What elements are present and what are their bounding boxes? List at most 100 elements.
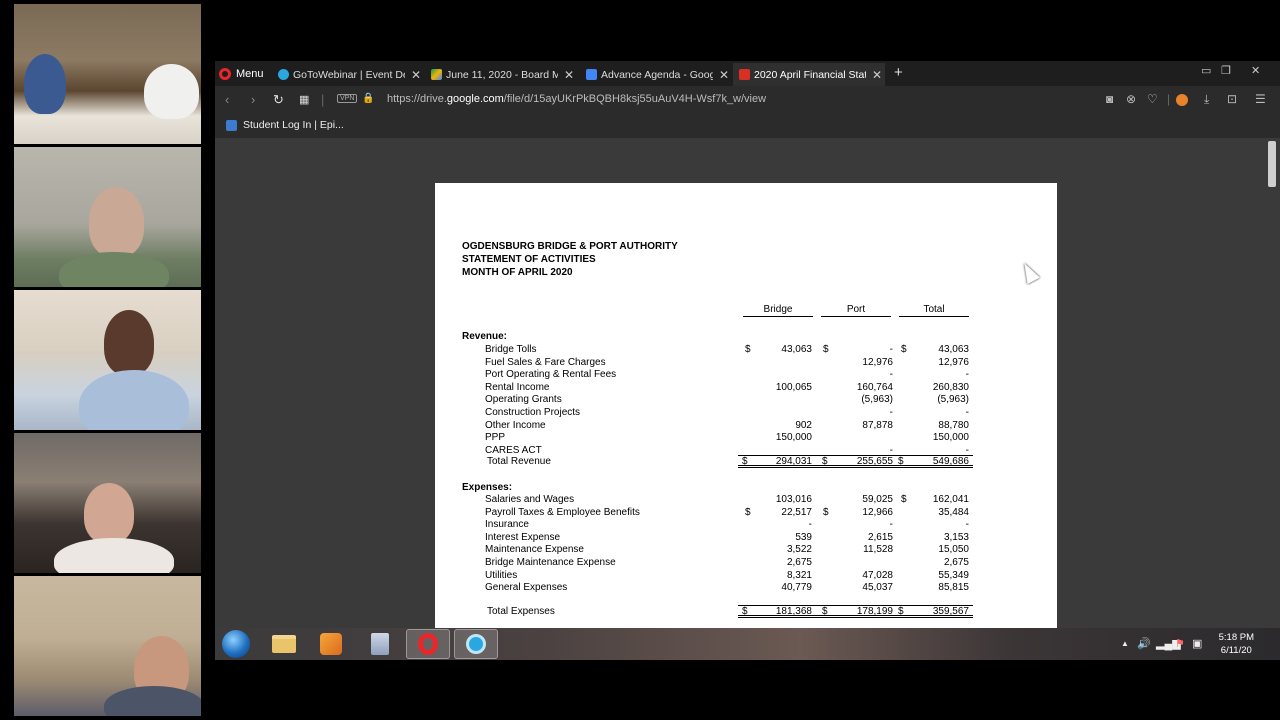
row-label: Bridge Maintenance Expense: [485, 557, 616, 568]
opera-menu-button[interactable]: Menu: [219, 65, 264, 82]
tab-financial-statement[interactable]: 2020 April Financial Statem ✕: [733, 63, 885, 86]
port-value: -: [889, 407, 893, 418]
statement-row: Fuel Sales & Fare Charges 12,976 12,976: [435, 357, 1057, 370]
device-icon[interactable]: ▣: [1192, 637, 1202, 650]
back-icon[interactable]: ‹: [225, 92, 229, 107]
bookmark-heart-icon[interactable]: ♡: [1147, 92, 1158, 106]
total-value: (5,963): [937, 394, 969, 406]
start-button[interactable]: [222, 630, 250, 658]
vpn-badge[interactable]: VPN: [337, 94, 358, 103]
close-tab-icon[interactable]: ✕: [872, 68, 882, 82]
statement-row: General Expenses 40,779 45,037 85,815: [435, 582, 1057, 595]
bridge-value: 539: [795, 531, 812, 543]
row-label: Port Operating & Rental Fees: [485, 369, 617, 381]
statement-row: Rental Income 100,065 160,764 260,830: [435, 382, 1057, 395]
pdf-viewer[interactable]: OGDENSBURG BRIDGE & PORT AUTHORITY STATE…: [215, 138, 1280, 628]
statement-total-row: Total Revenue $294,031 $255,655 $549,686: [487, 455, 973, 468]
adblock-icon[interactable]: ⊗: [1126, 92, 1136, 106]
statement-row: Insurance - - -: [435, 519, 1057, 532]
row-label: Rental Income: [485, 381, 550, 393]
row-label: Construction Projects: [485, 407, 581, 418]
total-value: -: [965, 369, 969, 381]
statement-total-row: Total Expenses $181,368 $178,199 $359,567: [487, 605, 973, 618]
video-tile-participant-5[interactable]: [14, 576, 201, 716]
port-value: 12,976: [862, 356, 893, 368]
participant-figure: [79, 370, 189, 430]
video-tile-participant-1[interactable]: [14, 4, 201, 144]
opera-icon: [219, 67, 231, 80]
tab-gotowebinar[interactable]: GoToWebinar | Event Detai ✕: [272, 63, 422, 86]
url-path: /file/d/15ayUKrPkBQBH8ksj55uAuV4H-Wsf7k_…: [503, 93, 767, 105]
currency-symbol: $: [745, 344, 751, 355]
port-value: 47,028: [862, 569, 893, 581]
taskbar-opera[interactable]: [406, 629, 450, 659]
taskbar-explorer[interactable]: [262, 629, 306, 659]
minimize-icon[interactable]: ▭: [1201, 64, 1211, 77]
currency-symbol: $: [823, 344, 829, 355]
bridge-total: 294,031: [775, 456, 812, 467]
action-center-icon[interactable]: ⚑: [1175, 637, 1185, 650]
easy-setup-icon[interactable]: ☰: [1255, 92, 1266, 106]
participant-figure: [104, 686, 201, 716]
bridge-value: 3,522: [786, 544, 812, 556]
forward-icon[interactable]: ›: [251, 92, 255, 107]
video-tile-participant-4[interactable]: [14, 433, 201, 573]
bridge-value: 902: [795, 419, 812, 431]
system-clock[interactable]: 5:18 PM 6/11/20: [1219, 631, 1254, 657]
download-icon[interactable]: ⤓: [1204, 92, 1209, 107]
snapshot-icon[interactable]: ◙: [1106, 92, 1113, 106]
close-tab-icon[interactable]: ✕: [719, 68, 729, 82]
video-tile-participant-3[interactable]: [14, 290, 201, 430]
browser-window: Menu GoToWebinar | Event Detai ✕ June 11…: [215, 61, 1280, 628]
total-value: 12,976: [938, 356, 969, 368]
tab-board-meeting[interactable]: June 11, 2020 - Board Mee ✕: [425, 63, 577, 86]
row-label: Fuel Sales & Fare Charges: [485, 356, 606, 368]
url-field[interactable]: https://drive.google.com/file/d/15ayUKrP…: [387, 93, 766, 105]
statement-row: Interest Expense 539 2,615 3,153: [435, 532, 1057, 545]
row-label: Bridge Tolls: [485, 344, 537, 355]
total-value: -: [965, 407, 969, 418]
close-tab-icon[interactable]: ✕: [564, 68, 574, 82]
new-tab-icon[interactable]: +: [894, 64, 903, 81]
row-label: General Expenses: [485, 582, 568, 594]
profile-avatar-icon[interactable]: [1176, 94, 1188, 106]
total-value: 55,349: [938, 569, 969, 581]
statement-row: Bridge Maintenance Expense 2,675 2,675: [435, 557, 1057, 570]
battery-saver-icon[interactable]: ⊡: [1227, 92, 1237, 106]
port-value: (5,963): [861, 394, 893, 406]
separator: |: [1167, 92, 1171, 106]
video-tile-participant-2[interactable]: [14, 147, 201, 287]
port-value: -: [889, 519, 893, 531]
statement-title: STATEMENT OF ACTIVITIES: [462, 254, 596, 265]
taskbar-calculator[interactable]: [358, 629, 402, 659]
row-label: CARES ACT: [485, 444, 542, 456]
reload-icon[interactable]: ↻: [273, 92, 284, 108]
close-tab-icon[interactable]: ✕: [411, 68, 421, 82]
clock-date: 6/11/20: [1220, 645, 1252, 656]
column-header-bridge: Bridge: [743, 304, 813, 317]
taskbar-gotowebinar[interactable]: [454, 629, 498, 659]
statement-row: Port Operating & Rental Fees - -: [435, 369, 1057, 382]
row-label: Utilities: [485, 569, 518, 581]
lock-icon[interactable]: 🔒: [362, 93, 374, 104]
currency-symbol: $: [745, 506, 751, 518]
participant-figure: [59, 252, 169, 287]
volume-icon[interactable]: 🔊: [1137, 637, 1151, 650]
show-hidden-icons[interactable]: ▲: [1121, 639, 1129, 648]
scrollbar-thumb[interactable]: [1268, 141, 1276, 187]
total-value: 85,815: [938, 582, 969, 594]
pdf-icon: [739, 69, 750, 80]
tab-advance-agenda[interactable]: Advance Agenda - Google ✕: [580, 63, 730, 86]
close-window-icon[interactable]: ✕: [1251, 64, 1260, 77]
menu-label: Menu: [236, 67, 264, 80]
statement-row: Maintenance Expense 3,522 11,528 15,050: [435, 544, 1057, 557]
bookmark-student-login[interactable]: Student Log In | Epi...: [226, 119, 344, 131]
restore-icon[interactable]: ❐: [1221, 64, 1231, 77]
gotowebinar-icon: [278, 69, 289, 80]
currency-symbol: $: [901, 344, 907, 355]
currency-symbol: $: [822, 456, 828, 467]
taskbar-media-player[interactable]: [309, 629, 353, 659]
org-name: OGDENSBURG BRIDGE & PORT AUTHORITY: [462, 241, 678, 252]
speed-dial-icon[interactable]: ▦: [299, 93, 309, 106]
windows-explorer-icon: [272, 635, 296, 653]
